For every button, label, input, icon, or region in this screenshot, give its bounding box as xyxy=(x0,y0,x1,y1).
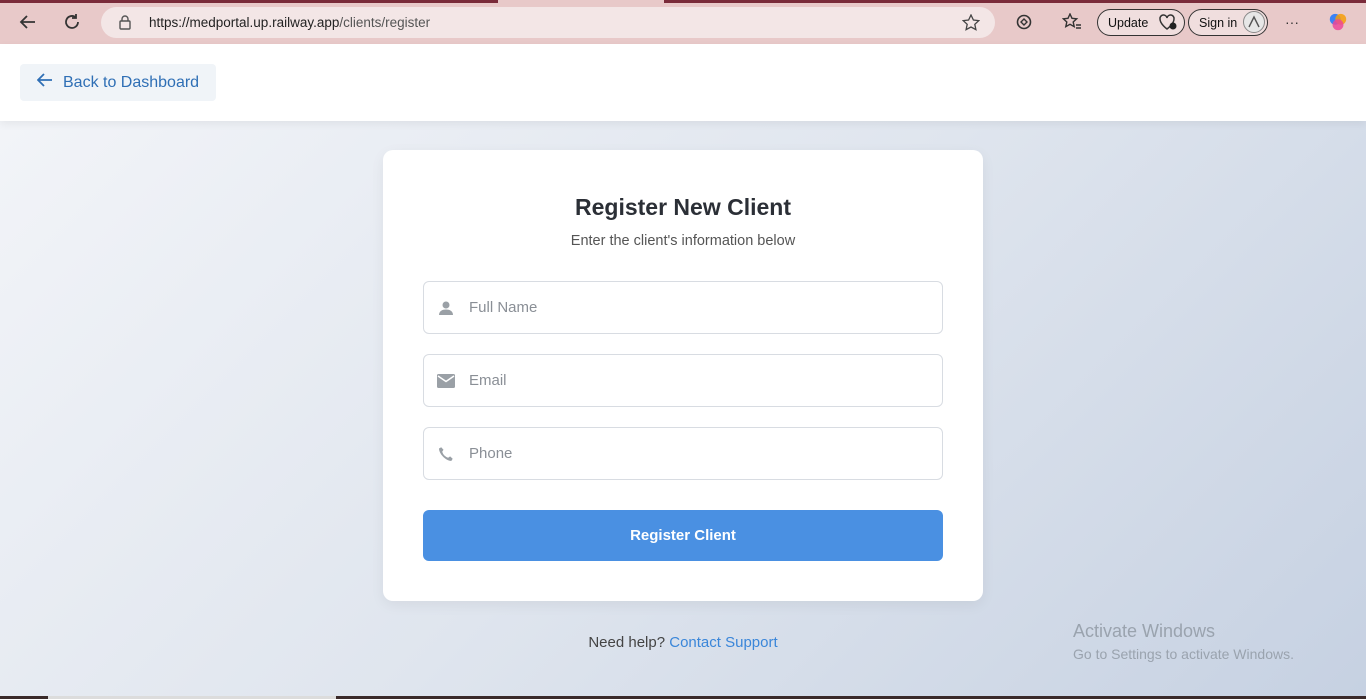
phone-input[interactable] xyxy=(469,428,929,479)
activate-windows-subtitle: Go to Settings to activate Windows. xyxy=(1073,646,1294,662)
person-icon xyxy=(436,298,456,318)
back-to-dashboard-button[interactable]: Back to Dashboard xyxy=(20,64,216,101)
back-arrow-icon[interactable] xyxy=(16,10,40,34)
lock-icon[interactable] xyxy=(118,15,132,35)
tab-strip xyxy=(0,0,1366,3)
phone-field[interactable] xyxy=(423,427,943,480)
form-subtitle: Enter the client's information below xyxy=(570,233,796,249)
extensions-icon[interactable] xyxy=(1014,12,1034,32)
register-card: Register New Client Enter the client's i… xyxy=(383,150,983,601)
activate-windows-title: Activate Windows xyxy=(1073,621,1216,641)
page-header: Back to Dashboard xyxy=(0,44,1366,121)
browser-toolbar: https://medportal.up.railway.app/clients… xyxy=(0,0,1366,44)
reload-icon[interactable] xyxy=(60,10,84,34)
mail-icon xyxy=(436,371,456,391)
heart-badge-icon xyxy=(1158,13,1178,34)
full-name-input[interactable] xyxy=(469,282,929,333)
form-title: Register New Client xyxy=(575,194,791,220)
address-bar[interactable]: https://medportal.up.railway.app/clients… xyxy=(101,7,995,38)
update-button[interactable]: Update xyxy=(1097,9,1185,36)
arrow-left-icon xyxy=(36,73,53,92)
favorite-star-icon[interactable] xyxy=(961,13,981,36)
email-field[interactable] xyxy=(423,354,943,407)
update-label: Update xyxy=(1108,15,1149,30)
url-text: https://medportal.up.railway.app/clients… xyxy=(149,15,431,30)
register-client-button[interactable]: Register Client xyxy=(423,510,943,561)
more-menu-icon[interactable]: ··· xyxy=(1282,12,1302,32)
back-to-dashboard-label: Back to Dashboard xyxy=(63,73,200,91)
avatar-icon xyxy=(1243,11,1265,33)
copilot-icon[interactable] xyxy=(1328,12,1348,32)
help-label: Need help? xyxy=(588,634,666,651)
phone-icon xyxy=(436,444,456,464)
full-name-field[interactable] xyxy=(423,281,943,334)
favorites-icon[interactable] xyxy=(1062,12,1082,32)
email-input[interactable] xyxy=(469,355,929,406)
contact-support-link[interactable]: Contact Support xyxy=(669,634,777,651)
sign-in-label: Sign in xyxy=(1199,15,1238,30)
sign-in-button[interactable]: Sign in xyxy=(1188,9,1268,36)
